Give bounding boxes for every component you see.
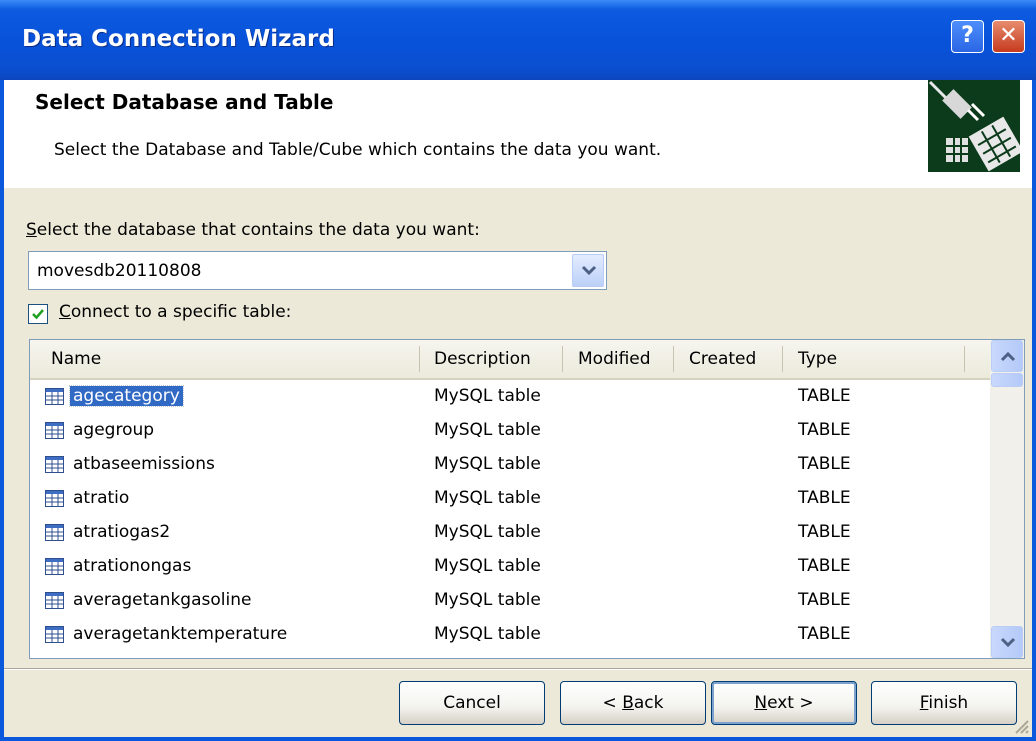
column-header-name[interactable]: Name <box>51 349 101 369</box>
column-header-modified[interactable]: Modified <box>578 349 651 369</box>
table-name: atratiogas2 <box>73 522 171 542</box>
table-type: TABLE <box>798 522 851 542</box>
database-combobox[interactable]: movesdb20110808 <box>28 251 607 290</box>
table-type: TABLE <box>798 590 851 610</box>
table-description: MySQL table <box>434 454 541 474</box>
table-name: averagetankgasoline <box>73 590 252 610</box>
table-icon <box>45 490 64 507</box>
specific-table-label: Connect to a specific table: <box>59 302 291 322</box>
table-name: atrationongas <box>73 556 192 576</box>
header-separator <box>4 187 1032 188</box>
scroll-thumb[interactable] <box>991 373 1023 387</box>
scroll-up-button[interactable] <box>991 340 1023 372</box>
database-label-text: elect the database that contains the dat… <box>36 220 480 240</box>
wizard-body: Select Database and Table Select the Dat… <box>4 80 1032 737</box>
column-divider[interactable] <box>964 346 965 372</box>
column-divider[interactable] <box>419 346 420 372</box>
close-button[interactable]: ✕ <box>992 20 1025 53</box>
table-name: averagetanktemperature <box>73 624 288 644</box>
help-button[interactable]: ? <box>951 20 984 53</box>
table-row[interactable]: atratio MySQL table TABLE <box>30 482 992 516</box>
table-icon <box>45 388 64 405</box>
table-row[interactable]: atbaseemissions MySQL table TABLE <box>30 448 992 482</box>
chevron-up-icon <box>1000 351 1016 362</box>
table-icon <box>45 592 64 609</box>
table-name: agecategory <box>69 385 184 407</box>
back-button-label: ack <box>633 693 664 713</box>
next-button-accel: N <box>754 693 768 713</box>
database-label-accel: S <box>26 220 37 240</box>
column-divider[interactable] <box>782 346 783 372</box>
table-description: MySQL table <box>434 386 541 406</box>
next-button-label: ext > <box>767 693 814 713</box>
table-description: MySQL table <box>434 624 541 644</box>
table-list-header: Name Description Modified Created Type <box>30 340 992 380</box>
data-connection-icon <box>928 80 1020 172</box>
column-header-created[interactable]: Created <box>689 349 756 369</box>
scroll-down-button[interactable] <box>991 626 1023 658</box>
column-header-type[interactable]: Type <box>798 349 837 369</box>
table-type: TABLE <box>798 420 851 440</box>
table-list[interactable]: Name Description Modified Created Type a… <box>29 339 1025 659</box>
table-row[interactable]: averagetankgasoline MySQL table TABLE <box>30 584 992 618</box>
chevron-down-icon <box>1000 637 1016 648</box>
window-title: Data Connection Wizard <box>22 26 335 52</box>
table-icon <box>45 626 64 643</box>
page-title: Select Database and Table <box>35 90 334 114</box>
table-icon <box>45 456 64 473</box>
table-type: TABLE <box>798 386 851 406</box>
table-name: atbaseemissions <box>73 454 215 474</box>
chevron-down-icon <box>581 265 597 276</box>
table-icon <box>45 524 64 541</box>
cancel-button[interactable]: Cancel <box>399 681 545 725</box>
data-connection-wizard-window: Data Connection Wizard ? ✕ Select Databa… <box>0 0 1036 741</box>
footer-separator-highlight <box>4 669 1032 670</box>
table-description: MySQL table <box>434 420 541 440</box>
table-description: MySQL table <box>434 556 541 576</box>
wizard-header: Select Database and Table Select the Dat… <box>4 80 1032 188</box>
finish-button[interactable]: Finish <box>871 681 1017 725</box>
next-button[interactable]: Next > <box>711 681 857 725</box>
column-divider[interactable] <box>562 346 563 372</box>
vertical-scrollbar[interactable] <box>990 340 1024 658</box>
table-type: TABLE <box>798 624 851 644</box>
table-description: MySQL table <box>434 488 541 508</box>
table-name: agegroup <box>73 420 155 440</box>
table-description: MySQL table <box>434 590 541 610</box>
table-name: atratio <box>73 488 130 508</box>
table-row[interactable]: agegroup MySQL table TABLE <box>30 414 992 448</box>
back-button-prefix: < <box>602 693 623 713</box>
database-combobox-value: movesdb20110808 <box>37 261 202 281</box>
close-icon: ✕ <box>999 23 1018 48</box>
column-divider[interactable] <box>673 346 674 372</box>
table-description: MySQL table <box>434 522 541 542</box>
selected-table-name: agecategory <box>69 385 184 407</box>
finish-button-label: inish <box>928 693 969 713</box>
table-row[interactable]: agecategory MySQL table TABLE <box>30 380 992 414</box>
database-dropdown-button[interactable] <box>572 254 604 287</box>
table-type: TABLE <box>798 488 851 508</box>
specific-table-label-text: onnect to a specific table: <box>70 302 292 322</box>
specific-table-checkbox[interactable] <box>28 304 48 324</box>
column-header-description[interactable]: Description <box>434 349 531 369</box>
help-icon: ? <box>961 23 974 48</box>
table-row[interactable]: averagetanktemperature MySQL table TABLE <box>30 618 992 652</box>
table-icon <box>45 422 64 439</box>
page-subtitle: Select the Database and Table/Cube which… <box>54 140 662 160</box>
back-button-accel: B <box>622 693 634 713</box>
checkmark-icon <box>32 309 44 320</box>
title-bar[interactable]: Data Connection Wizard ? ✕ <box>0 0 1036 80</box>
table-row[interactable]: atratiogas2 MySQL table TABLE <box>30 516 992 550</box>
table-type: TABLE <box>798 556 851 576</box>
table-row[interactable]: atrationongas MySQL table TABLE <box>30 550 992 584</box>
back-button[interactable]: < Back <box>560 681 706 725</box>
table-type: TABLE <box>798 454 851 474</box>
specific-table-label-accel: C <box>59 302 71 322</box>
table-icon <box>45 558 64 575</box>
database-label: Select the database that contains the da… <box>26 220 480 240</box>
resize-grip-icon[interactable] <box>1012 717 1030 735</box>
